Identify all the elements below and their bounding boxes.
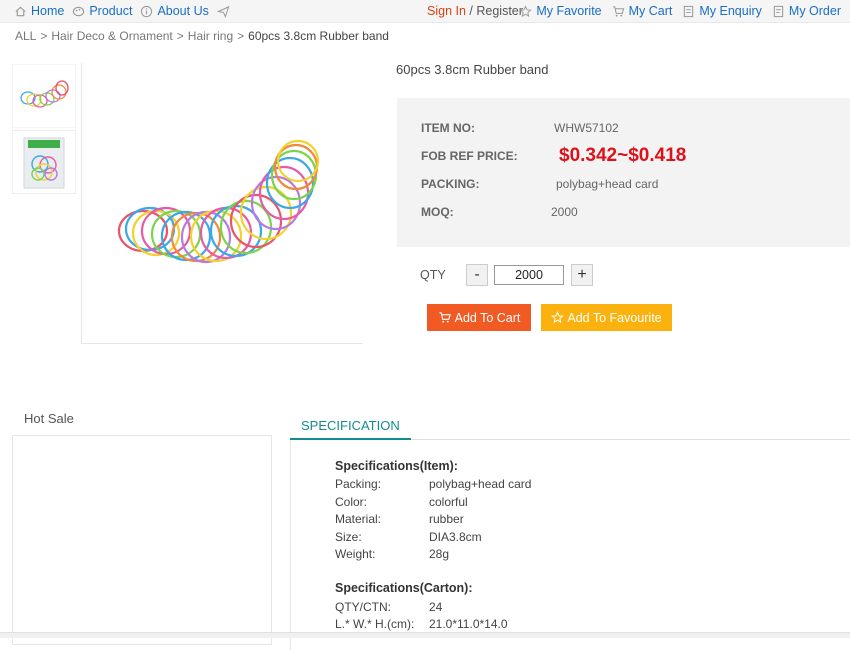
nav-home[interactable]: Home [14,4,64,18]
thumbnail-list [12,64,78,196]
add-to-cart-button[interactable]: Add To Cart [427,304,531,331]
hot-sale-title: Hot Sale [24,411,74,426]
packaged-bands-thumb-image [23,137,65,189]
breadcrumb-current: 60pcs 3.8cm Rubber band [248,29,389,43]
rubber-band-image [117,139,319,264]
spec-key: Packing: [335,477,382,491]
main-product-image[interactable] [81,63,363,344]
nav-home-label: Home [31,4,65,18]
price-value: $0.342~$0.418 [559,145,687,166]
right-nav: My Favorite My Cart My Enquiry My Order [519,4,841,18]
breadcrumb-hair-deco[interactable]: Hair Deco & Ornament [51,29,172,43]
moq-row: MOQ: 2000 [421,205,578,219]
thumbnail-1[interactable] [12,64,76,128]
spec-key: Weight: [335,547,376,561]
breadcrumb-separator: > [176,29,184,43]
thumbnail-2[interactable] [12,130,76,194]
breadcrumb-all[interactable]: ALL [15,29,36,43]
hot-sale-panel [12,435,272,645]
my-order-label: My Order [788,4,841,18]
nav-product-label: Product [89,4,133,18]
add-to-cart-label: Add To Cart [454,310,521,325]
spec-carton-title: Specifications(Carton): [335,581,473,595]
packing-row: PACKING: polybag+head card [421,177,658,191]
my-order-link[interactable]: My Order [772,4,841,18]
price-row: FOB REF PRICE: $0.342~$0.418 [421,145,686,167]
qty-minus-button[interactable]: - [466,264,488,286]
my-favorite-link[interactable]: My Favorite [519,4,602,18]
cart-icon [439,312,451,323]
item-no-row: ITEM NO: WHW57102 [421,121,619,135]
spec-value: 24 [429,600,443,614]
star-icon [519,4,533,17]
breadcrumb-separator: > [237,29,245,43]
spec-key: Color: [335,495,368,509]
moq-label: MOQ: [421,205,454,219]
enquiry-icon [684,5,694,17]
my-favorite-label: My Favorite [536,4,602,18]
moq-value: 2000 [551,205,578,219]
spec-tabs: SPECIFICATION [290,414,850,440]
share-button[interactable] [216,4,230,18]
breadcrumb-separator: > [40,29,48,43]
bottom-bar [0,632,850,638]
sign-in-link[interactable]: Sign In [427,4,466,18]
spec-value: DIA3.8cm [429,530,482,544]
my-cart-label: My Cart [628,4,673,18]
product-info-box: ITEM NO: WHW57102 FOB REF PRICE: $0.342~… [397,98,850,247]
spec-key: L.* W.* H.(cm): [335,617,415,631]
price-label: FOB REF PRICE: [421,149,518,163]
item-no-label: ITEM NO: [421,121,475,135]
quantity-stepper: QTY - + [420,264,593,286]
spec-carton-row: L.* W.* H.(cm): 21.0*11.0*14.0 [335,617,508,631]
packing-label: PACKING: [421,177,480,191]
send-icon [216,5,230,18]
cart-icon [612,5,624,17]
signin-separator: / [469,4,473,18]
signin-area: Sign In / Register [427,4,523,18]
home-icon [15,6,26,16]
spec-value: 21.0*11.0*14.0 [429,617,508,631]
rubber-band-thumb-image [20,80,69,108]
spec-key: Material: [335,512,382,526]
order-icon [773,5,784,17]
spec-item-row: Material: rubber [335,512,464,526]
spec-item-row: Color: colorful [335,495,468,509]
spec-item-row: Packing: polybag+head card [335,477,531,491]
spec-value: rubber [429,512,464,526]
breadcrumb: ALL > Hair Deco & Ornament > Hair ring >… [15,29,389,43]
spec-value: colorful [429,495,468,509]
info-icon [141,5,153,17]
product-title: 60pcs 3.8cm Rubber band [396,62,549,77]
spec-carton-row: QTY/CTN: 24 [335,600,442,614]
item-no-value: WHW57102 [554,121,619,135]
tab-specification[interactable]: SPECIFICATION [290,414,411,440]
qty-input[interactable] [494,265,564,285]
qty-plus-button[interactable]: + [571,264,593,286]
nav-about[interactable]: About Us [140,4,209,18]
register-link[interactable]: Register [476,4,523,18]
spec-key: QTY/CTN: [335,600,391,614]
top-bar: Home Product About Us Sign In / Register… [0,0,850,23]
spec-item-title: Specifications(Item): [335,459,458,473]
nav-about-label: About Us [157,4,209,18]
nav-product[interactable]: Product [72,4,132,18]
palette-icon [73,6,85,16]
breadcrumb-hair-ring[interactable]: Hair ring [188,29,233,43]
add-to-favourite-label: Add To Favourite [567,310,662,325]
spec-key: Size: [335,530,362,544]
star-icon [551,311,565,324]
packing-value: polybag+head card [556,177,659,191]
qty-label: QTY [420,268,446,282]
top-nav: Home Product About Us [14,4,230,18]
spec-value: 28g [429,547,450,561]
add-to-favourite-button[interactable]: Add To Favourite [541,304,672,331]
my-enquiry-label: My Enquiry [699,4,762,18]
spec-value: polybag+head card [429,477,532,491]
spec-item-row: Weight: 28g [335,547,449,561]
spec-item-row: Size: DIA3.8cm [335,530,482,544]
my-cart-link[interactable]: My Cart [612,4,673,18]
my-enquiry-link[interactable]: My Enquiry [682,4,762,18]
